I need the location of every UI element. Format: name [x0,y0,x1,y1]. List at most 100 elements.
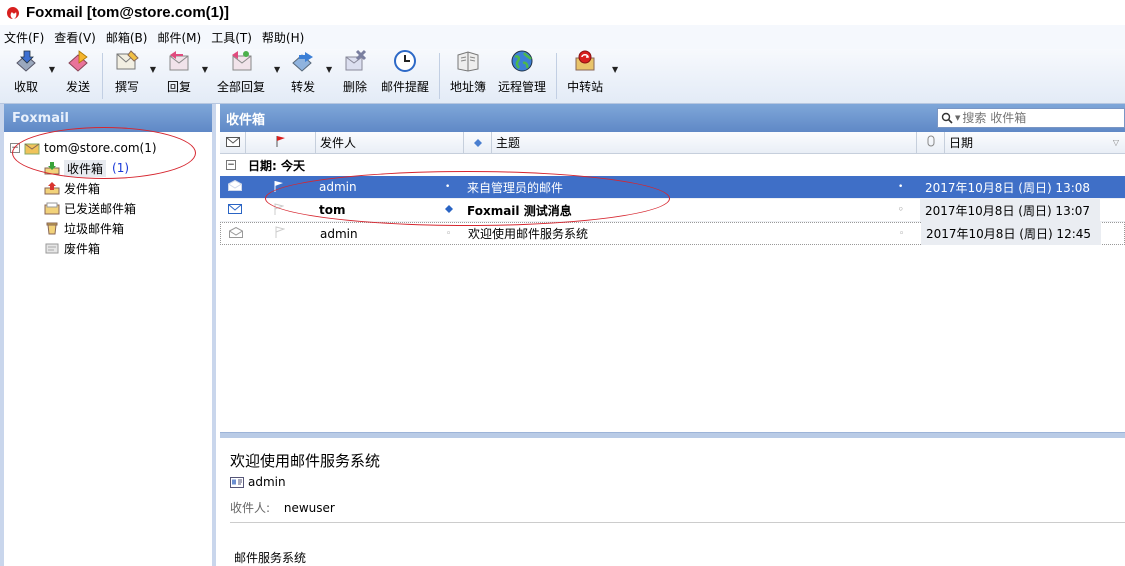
send-button[interactable]: 发送 [58,49,98,103]
title-bar: Foxmail [tom@store.com(1)] [0,0,1125,25]
menu-view[interactable]: 查看(V) [54,29,101,46]
priority-diamond-icon [473,136,482,150]
column-read-status[interactable] [220,131,246,154]
menu-file[interactable]: 文件(F) [4,29,49,46]
recipient-label: 收件人: [230,501,271,515]
column-attachment[interactable] [917,131,945,154]
sidebar-item-label: 收件箱 [64,159,107,177]
sidebar-item-label: 已发送邮件箱 [64,201,137,216]
row-date: 2017年10月8日 (周日) 13:08 [925,180,1091,195]
menu-mailbox[interactable]: 邮箱(B) [106,29,153,46]
sidebar-item-inbox[interactable]: 收件箱 (1) [4,158,212,178]
menu-help[interactable]: 帮助(H) [262,29,309,46]
envelope-icon [225,136,240,150]
relay-icon [571,49,599,73]
table-row[interactable]: admin • 来自管理员的邮件 • 2017年10月8日 (周日) 13:08 [220,176,1125,199]
priority-diamond-icon [435,204,465,216]
receive-button[interactable]: 收取 [6,49,46,103]
column-header: 发件人 主题 日期 ▽ [220,131,1125,154]
column-flag[interactable] [246,131,316,154]
sidebar-item-junk[interactable]: 垃圾邮件箱 [4,218,212,238]
remote-manage-button[interactable]: 远程管理 [492,49,552,103]
relay-dropdown-icon[interactable]: ▼ [609,49,621,103]
globe-icon [508,49,536,73]
relay-station-button[interactable]: 中转站 [561,49,609,103]
sidebar-item-label: 发件箱 [64,181,101,196]
date-group-header[interactable]: − 日期: 今天 [220,154,1125,176]
flag-icon [276,135,286,150]
sent-box-icon [44,201,60,215]
receive-icon [12,49,40,73]
forward-dropdown-icon[interactable]: ▼ [323,49,335,103]
reply-icon [165,49,193,73]
contact-card-icon [230,476,244,488]
forward-button[interactable]: 转发 [283,49,323,103]
column-subject[interactable]: 主题 [492,131,917,154]
junk-bin-icon [44,221,60,235]
row-date: 2017年10月8日 (周日) 12:45 [921,222,1101,245]
toolbar: 收取 ▼ 发送 撰写 ▼ 回复 ▼ 全部回复 ▼ 转发 ▼ 删除 邮件提醒 地址… [0,49,1125,104]
flag-icon[interactable] [245,226,291,241]
reply-all-dropdown-icon[interactable]: ▼ [271,49,283,103]
preview-body: 邮件服务系统 [234,551,307,565]
priority-dot-icon: ◦ [446,228,452,239]
toolbar-separator [102,53,103,99]
mail-list-panel: 收件箱 ▼ 发件人 主题 日期 ▽ − 日期: 今天 [220,104,1125,566]
table-row[interactable]: admin ◦ 欢迎使用邮件服务系统 ◦ 2017年10月8日 (周日) 12:… [220,222,1125,245]
collapse-icon[interactable]: − [226,160,236,170]
compose-icon [113,49,141,73]
column-from[interactable]: 发件人 [316,131,464,154]
folder-panel: Foxmail − tom@store.com(1) 收件箱 (1) 发件箱 已… [0,104,216,566]
delete-button[interactable]: 删除 [335,49,375,103]
address-book-icon [454,49,482,73]
clock-icon [391,49,419,73]
menu-mail[interactable]: 邮件(M) [157,29,206,46]
attachment-dot-icon: ◦ [899,228,905,239]
preview-subject: 欢迎使用邮件服务系统 [230,452,381,470]
account-mailbox-icon [24,141,40,155]
delete-icon [341,49,369,73]
collapse-icon[interactable]: − [10,143,20,153]
preview-pane: 欢迎使用邮件服务系统 admin 收件人: newuser 邮件服务系统 [220,438,1125,566]
flag-icon[interactable] [244,202,290,218]
receive-dropdown-icon[interactable]: ▼ [46,49,58,103]
sidebar-item-sent[interactable]: 已发送邮件箱 [4,198,212,218]
attachment-dot-icon: ◦ [898,205,904,215]
sidebar-item-label: 垃圾邮件箱 [64,221,125,236]
preview-recipients: 收件人: newuser [230,499,1125,523]
column-priority[interactable] [464,131,492,154]
row-subject: 欢迎使用邮件服务系统 [468,227,589,241]
sidebar-item-outbox[interactable]: 发件箱 [4,178,212,198]
folder-panel-header: Foxmail [4,104,212,132]
table-row[interactable]: tom Foxmail 测试消息 ◦ 2017年10月8日 (周日) 13:07 [220,198,1125,222]
menu-tools[interactable]: 工具(T) [211,29,257,46]
address-book-button[interactable]: 地址簿 [444,49,492,103]
reply-all-button[interactable]: 全部回复 [211,49,271,103]
row-from: tom [319,203,346,217]
search-box[interactable]: ▼ [937,108,1125,128]
account-node[interactable]: − tom@store.com(1) [4,138,212,158]
forward-icon [289,49,317,73]
reply-all-icon [227,49,255,73]
outbox-icon [44,181,60,195]
preview-from[interactable]: admin [230,475,1125,489]
reply-button[interactable]: 回复 [159,49,199,103]
mail-reminder-button[interactable]: 邮件提醒 [375,49,435,103]
compose-button[interactable]: 撰写 [107,49,147,103]
flag-icon[interactable] [244,180,290,195]
preview-from-name: admin [248,475,286,489]
read-mail-icon [220,179,244,194]
column-date[interactable]: 日期 ▽ [945,132,1125,154]
search-dropdown-icon[interactable]: ▼ [955,114,960,122]
sidebar-item-trash[interactable]: 废件箱 [4,238,212,258]
reply-dropdown-icon[interactable]: ▼ [199,49,211,103]
recipient-value[interactable]: newuser [284,501,335,515]
search-input[interactable] [962,111,1103,125]
sidebar-item-label: 废件箱 [64,241,101,256]
compose-dropdown-icon[interactable]: ▼ [147,49,159,103]
sort-arrow-icon: ▽ [1112,138,1119,147]
mail-list-header: 收件箱 ▼ [220,104,1125,132]
toolbar-separator [439,53,441,99]
inbox-icon [44,161,60,175]
unread-count: (1) [112,161,130,175]
